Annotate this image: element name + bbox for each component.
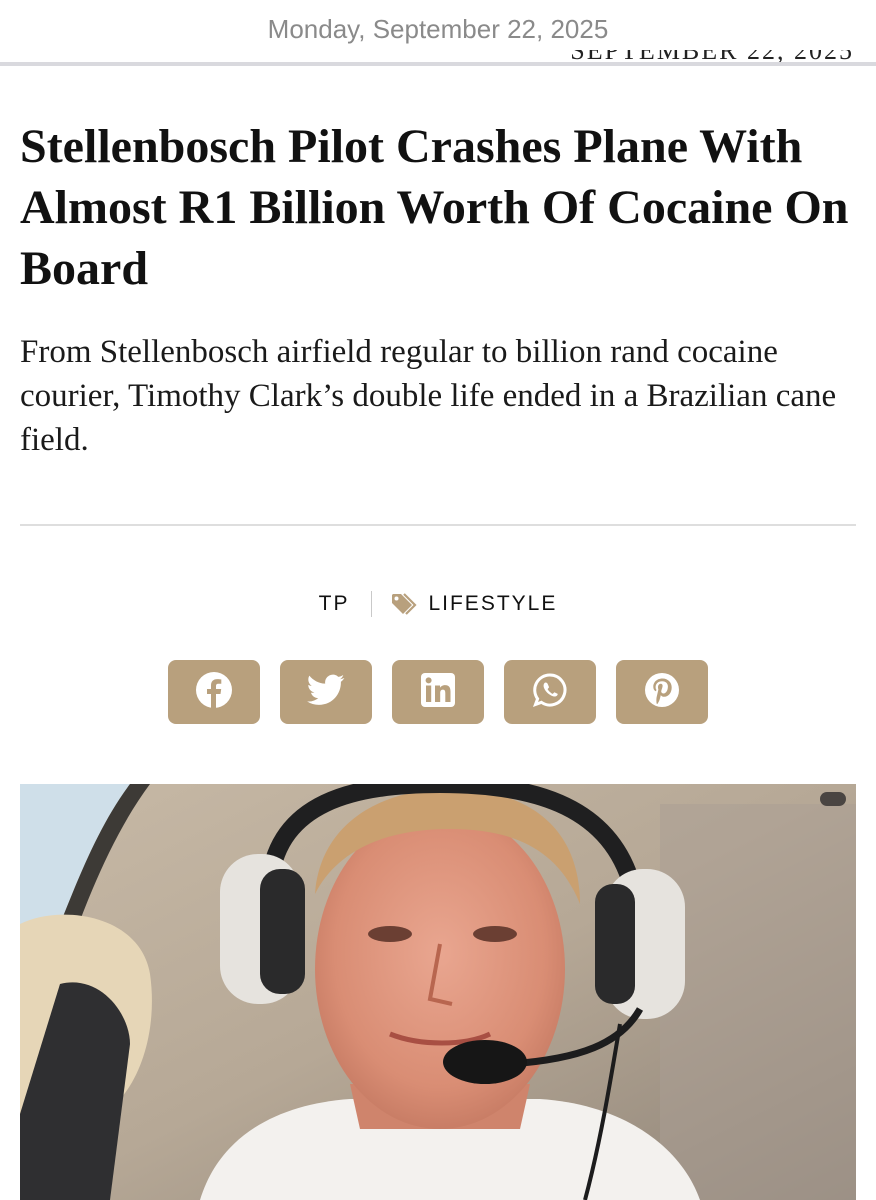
share-whatsapp-button[interactable] bbox=[504, 660, 596, 724]
twitter-icon bbox=[307, 674, 345, 711]
tag-icon bbox=[390, 592, 418, 616]
share-twitter-button[interactable] bbox=[280, 660, 372, 724]
article-meta: TP LIFESTYLE bbox=[0, 586, 876, 622]
meta-separator bbox=[371, 591, 373, 617]
share-buttons bbox=[168, 660, 708, 724]
share-facebook-button[interactable] bbox=[168, 660, 260, 724]
article-headline: Stellenbosch Pilot Crashes Plane With Al… bbox=[20, 120, 849, 295]
share-linkedin-button[interactable] bbox=[392, 660, 484, 724]
facebook-icon bbox=[195, 671, 233, 714]
current-date: Monday, September 22, 2025 bbox=[267, 14, 609, 44]
whatsapp-icon bbox=[532, 672, 568, 713]
article-subheadline: From Stellenbosch airfield regular to bi… bbox=[20, 334, 837, 458]
pinterest-icon bbox=[644, 672, 680, 713]
author-link[interactable]: TP bbox=[319, 592, 350, 616]
top-bar-divider bbox=[0, 62, 876, 66]
article-photo bbox=[20, 784, 856, 1200]
category-link[interactable]: LIFESTYLE bbox=[428, 592, 557, 616]
linkedin-icon bbox=[421, 672, 455, 712]
share-pinterest-button[interactable] bbox=[616, 660, 708, 724]
section-divider bbox=[20, 524, 856, 526]
